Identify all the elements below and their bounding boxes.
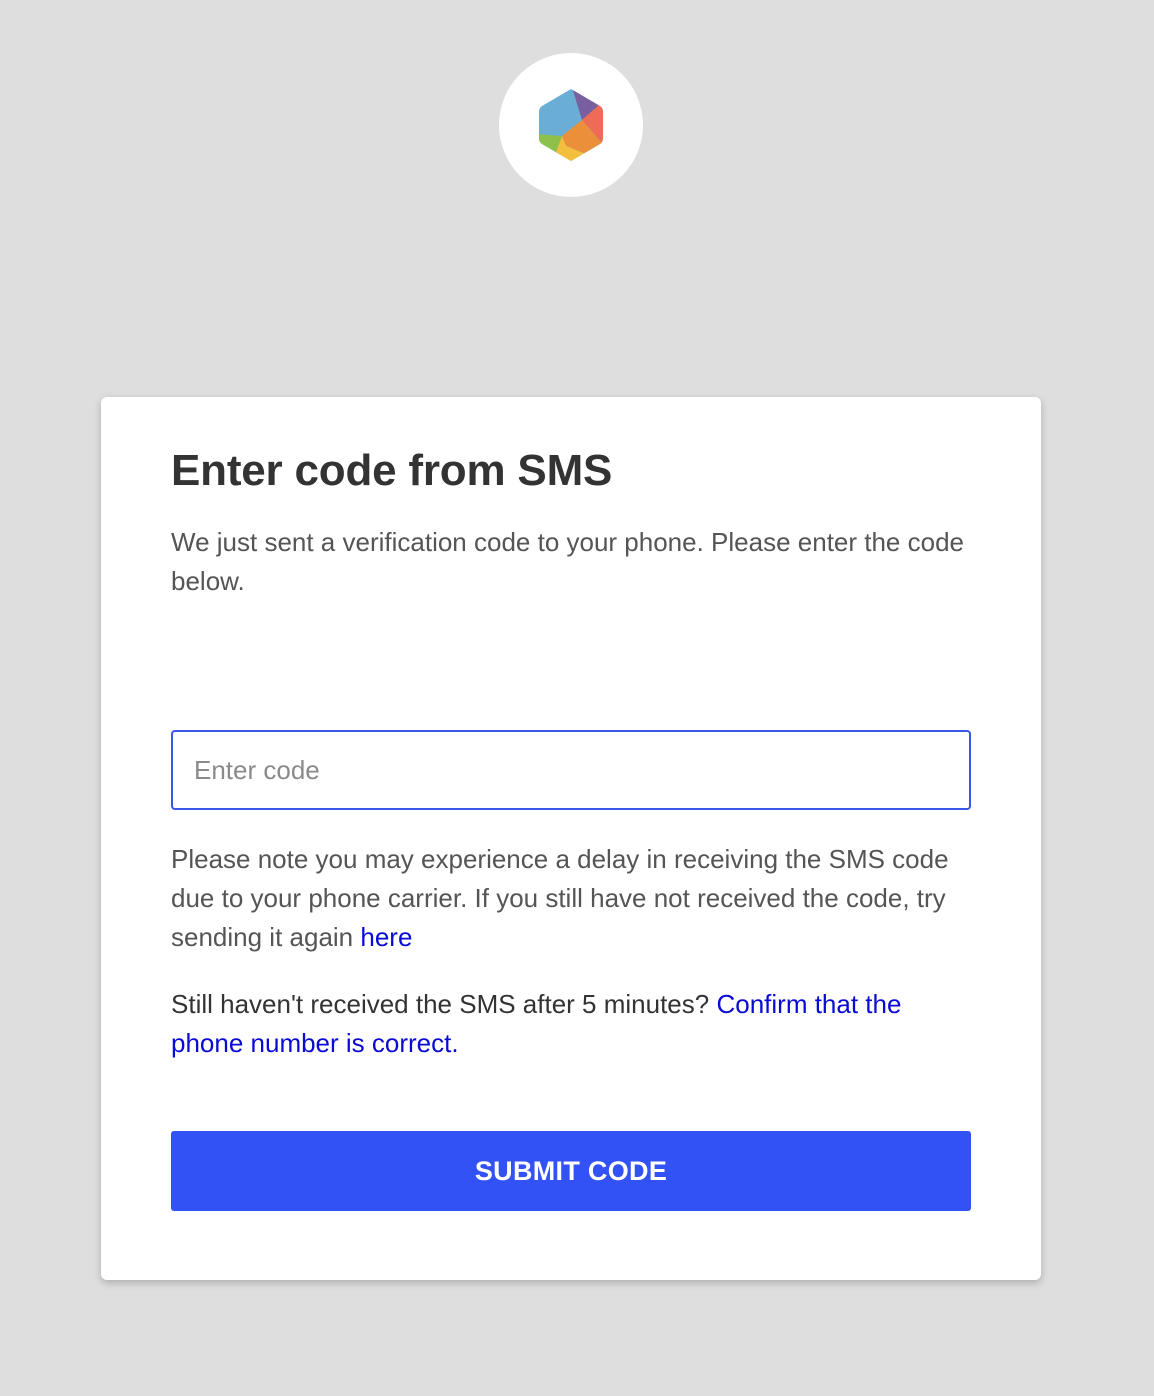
confirm-phone-note-text: Still haven't received the SMS after 5 m… — [171, 989, 717, 1019]
submit-code-button[interactable]: SUBMIT CODE — [171, 1131, 971, 1211]
logo-badge — [499, 53, 643, 197]
page-title: Enter code from SMS — [171, 446, 613, 495]
hexagon-logo-icon — [539, 89, 603, 161]
delay-note-text: Please note you may experience a delay i… — [171, 844, 949, 952]
resend-code-link[interactable]: here — [360, 922, 412, 952]
confirm-phone-note: Still haven't received the SMS after 5 m… — [171, 985, 971, 1063]
code-input[interactable] — [171, 730, 971, 810]
delay-note: Please note you may experience a delay i… — [171, 840, 971, 957]
instruction-text: We just sent a verification code to your… — [171, 527, 964, 596]
verification-card: Enter code from SMS We just sent a verif… — [101, 397, 1041, 1280]
